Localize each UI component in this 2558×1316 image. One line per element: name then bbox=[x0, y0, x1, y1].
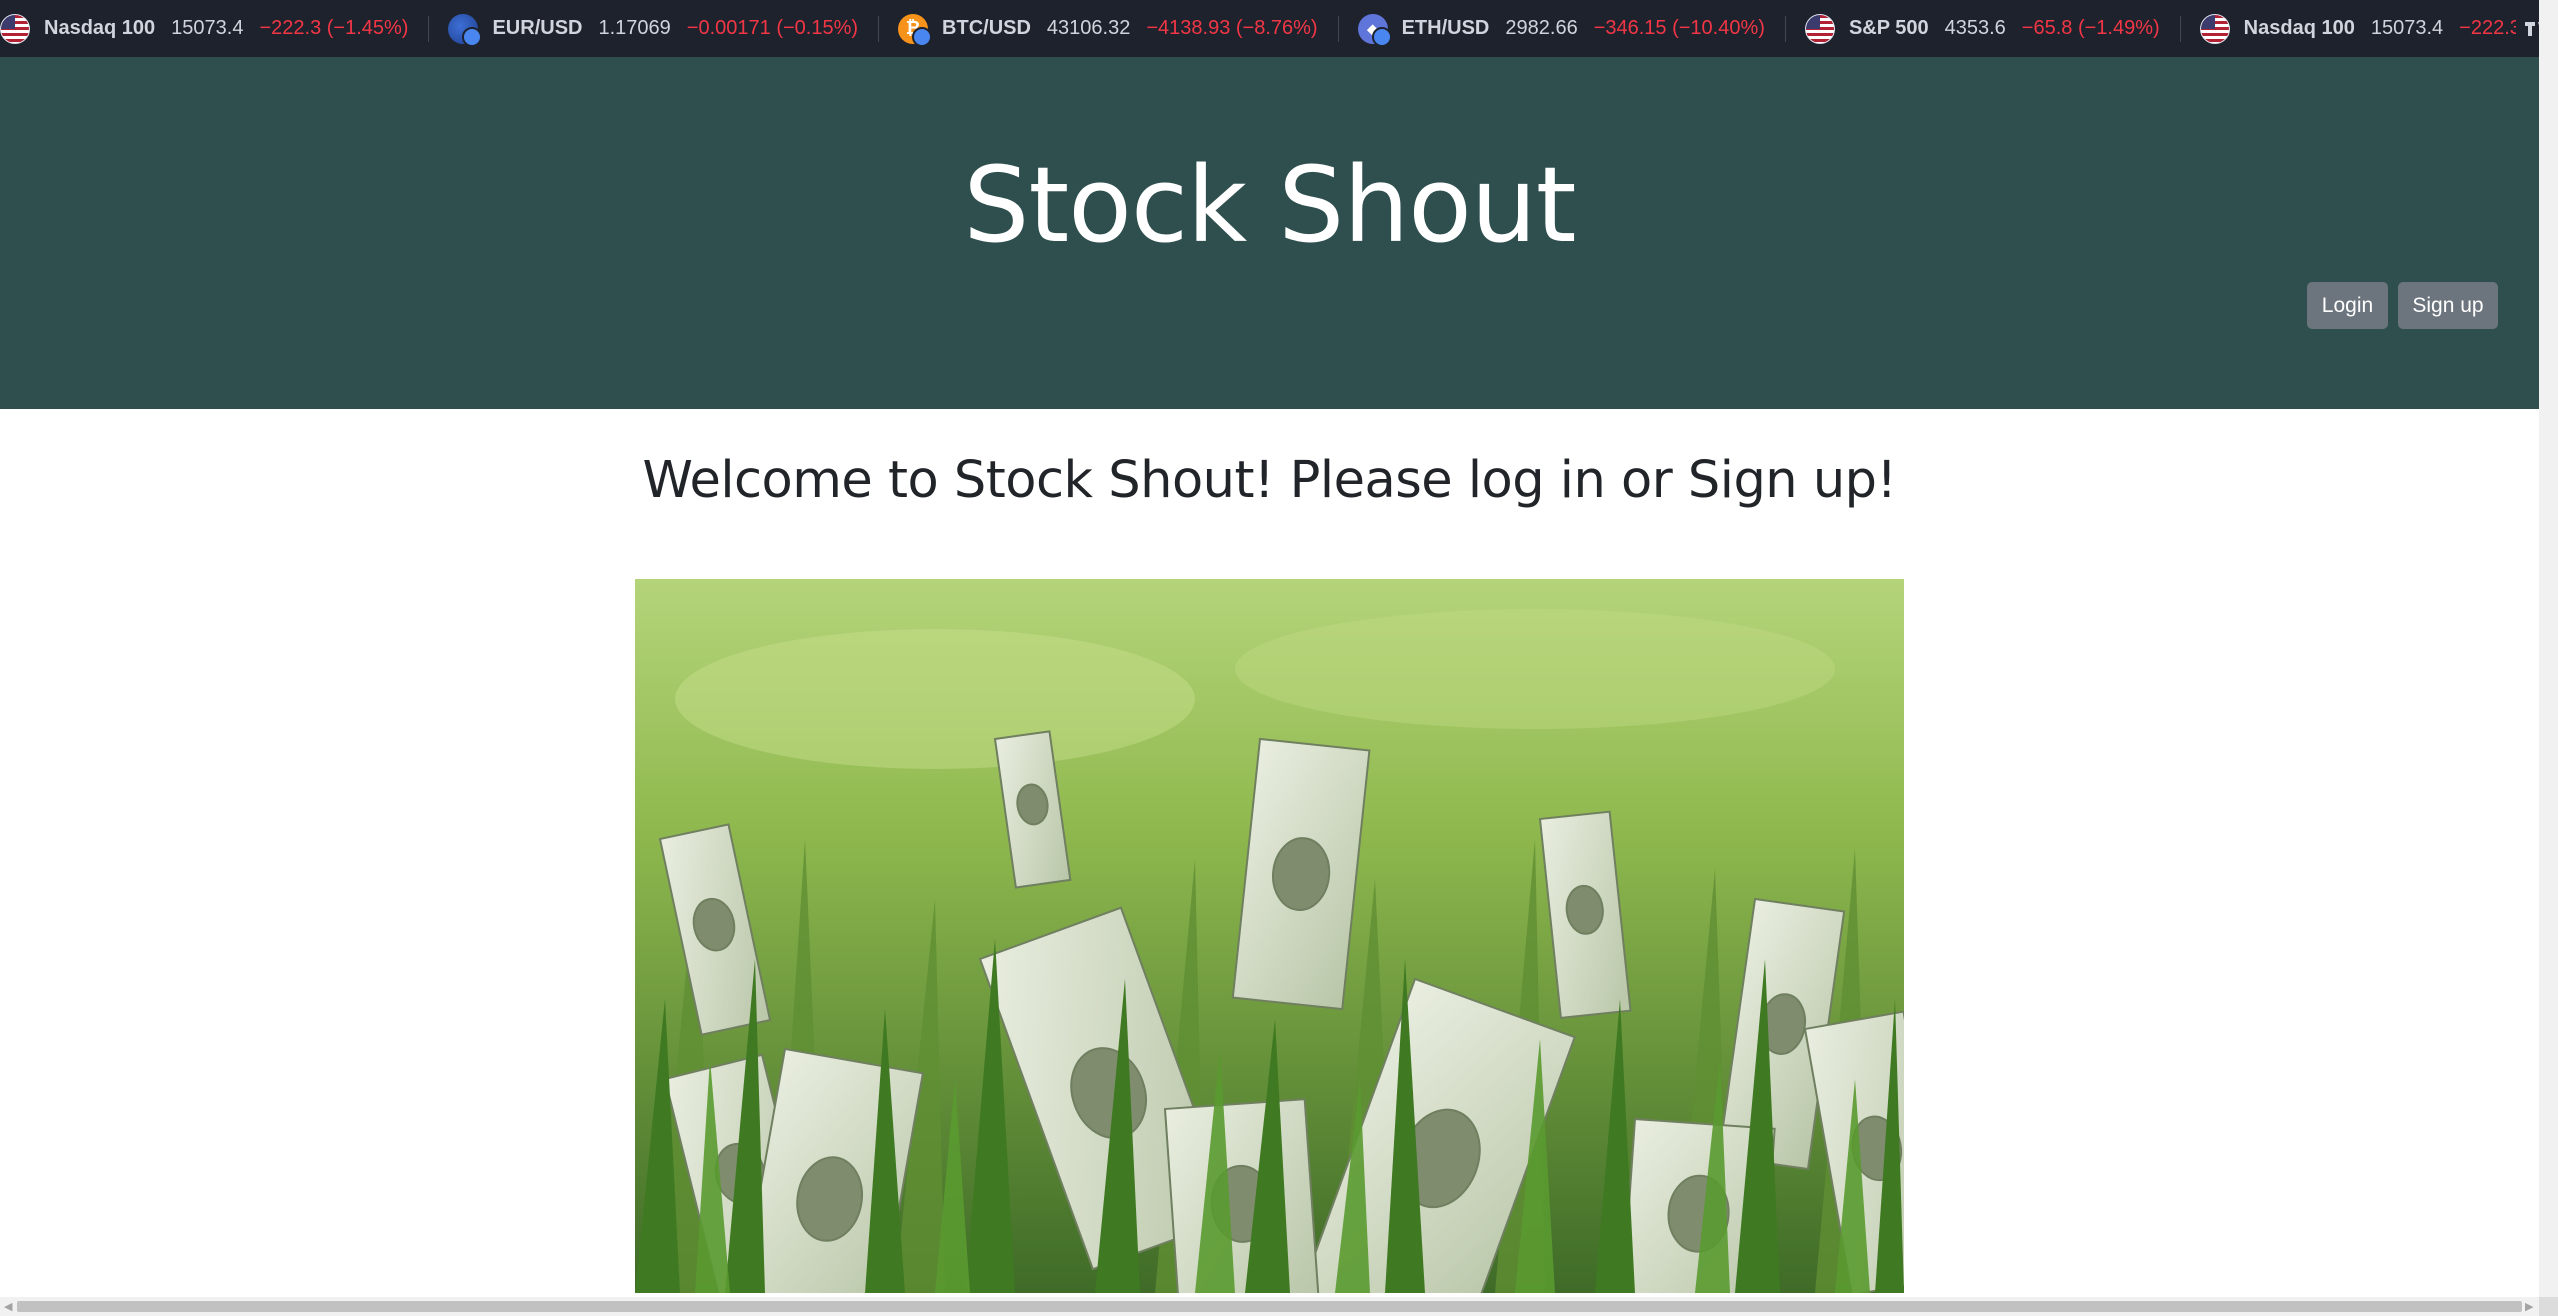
horizontal-scrollbar-thumb[interactable] bbox=[17, 1301, 2522, 1312]
bitcoin-icon bbox=[898, 13, 933, 47]
ticker-symbol: S&P 500 bbox=[1848, 17, 1929, 39]
welcome-heading: Welcome to Stock Shout! Please log in or… bbox=[642, 451, 1898, 510]
ticker-price: 15073.4 bbox=[171, 17, 244, 39]
ticker-item-btcusd[interactable]: BTC/USD 43106.32 −4138.93 (−8.76%) bbox=[878, 0, 1338, 57]
ticker-change: −222.3 (−1.45%) bbox=[259, 17, 409, 39]
ticker-item-nasdaq-repeat[interactable]: Nasdaq 100 15073.4 −222.3 (−1.45%) bbox=[2179, 0, 2558, 57]
hero-illustration bbox=[635, 579, 1904, 1293]
signup-button[interactable]: Sign up bbox=[2398, 282, 2498, 329]
dollar-bills-in-grass-image bbox=[635, 579, 1904, 1293]
ticker-change: −4138.93 (−8.76%) bbox=[1146, 17, 1318, 39]
ticker-symbol: EUR/USD bbox=[492, 17, 583, 39]
us-flag-icon bbox=[2199, 13, 2230, 44]
us-flag-icon bbox=[1804, 13, 1835, 44]
ticker-track: Nasdaq 100 15073.4 −222.3 (−1.45%) EUR/U… bbox=[0, 0, 2558, 57]
eur-usd-icon bbox=[448, 13, 483, 47]
site-title: Stock Shout bbox=[963, 144, 1576, 266]
ticker-tape: Nasdaq 100 15073.4 −222.3 (−1.45%) EUR/U… bbox=[0, 0, 2558, 57]
scrollbar-corner bbox=[2539, 1297, 2558, 1316]
ticker-change: −346.15 (−10.40%) bbox=[1593, 17, 1765, 39]
ticker-price: 15073.4 bbox=[2370, 17, 2444, 39]
ticker-symbol: Nasdaq 100 bbox=[44, 17, 156, 39]
horizontal-scrollbar[interactable]: ◀ ▶ bbox=[0, 1297, 2539, 1316]
vertical-scrollbar[interactable] bbox=[2539, 0, 2558, 1297]
site-header: Stock Shout Login Sign up bbox=[0, 57, 2539, 409]
ticker-item-eurusd[interactable]: EUR/USD 1.17069 −0.00171 (−0.15%) bbox=[428, 0, 878, 57]
login-button[interactable]: Login bbox=[2307, 282, 2388, 329]
scroll-right-arrow-icon[interactable]: ▶ bbox=[2525, 1297, 2533, 1316]
ticker-item-sp500[interactable]: S&P 500 4353.6 −65.8 (−1.49%) bbox=[1784, 0, 2180, 57]
us-flag-icon bbox=[0, 13, 30, 44]
ticker-item-nasdaq[interactable]: Nasdaq 100 15073.4 −222.3 (−1.45%) bbox=[0, 0, 428, 57]
ticker-symbol: BTC/USD bbox=[942, 17, 1031, 39]
ticker-symbol: Nasdaq 100 bbox=[2243, 17, 2355, 39]
ticker-price: 4353.6 bbox=[1944, 17, 2006, 39]
ticker-change: −0.00171 (−0.15%) bbox=[686, 17, 859, 39]
ticker-price: 43106.32 bbox=[1046, 17, 1131, 39]
ticker-price: 2982.66 bbox=[1505, 17, 1578, 39]
ticker-price: 1.17069 bbox=[598, 17, 671, 39]
ethereum-icon bbox=[1357, 13, 1392, 47]
ticker-symbol: ETH/USD bbox=[1401, 17, 1490, 39]
ticker-change: −65.8 (−1.49%) bbox=[2021, 17, 2160, 39]
scroll-left-arrow-icon[interactable]: ◀ bbox=[4, 1297, 12, 1316]
ticker-item-ethusd[interactable]: ETH/USD 2982.66 −346.15 (−10.40%) bbox=[1337, 0, 1785, 57]
